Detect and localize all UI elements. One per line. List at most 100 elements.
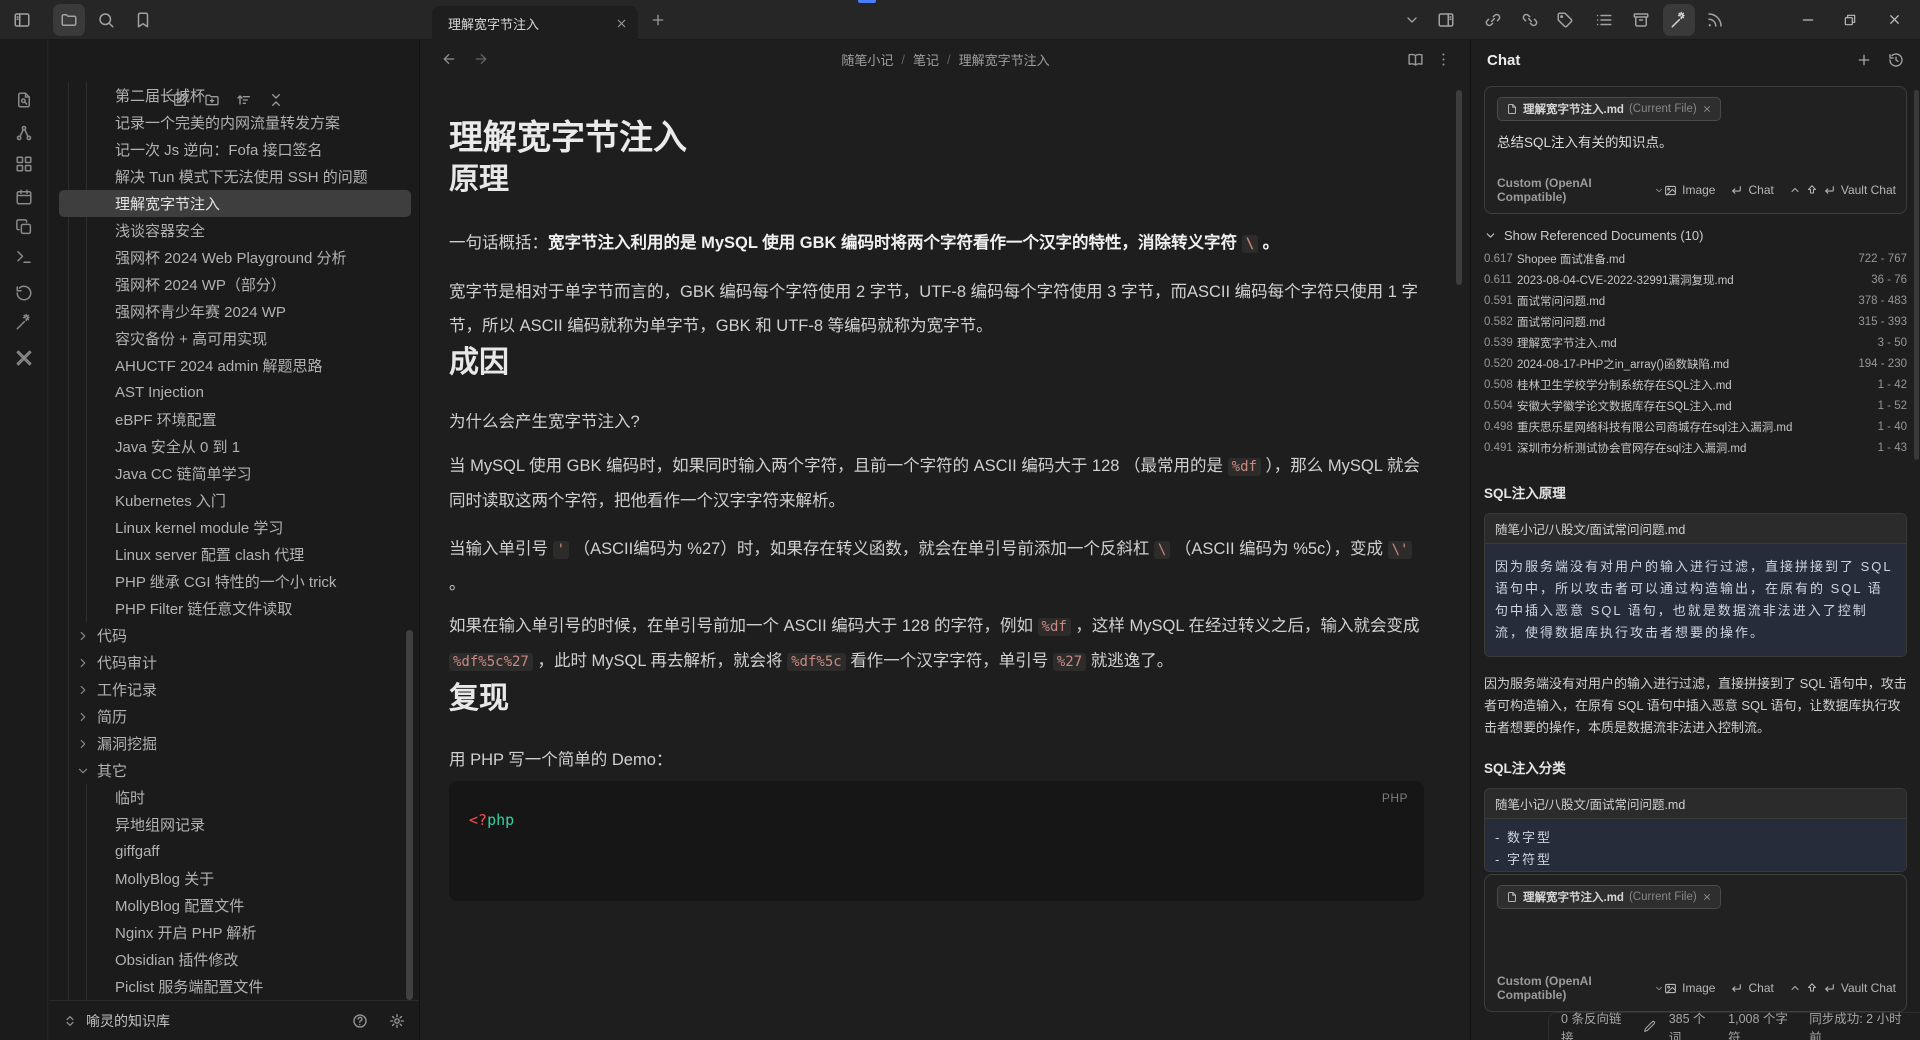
referenced-document[interactable]: 0.591面试常问问题.md378 - 483 [1484,290,1907,311]
new-chat-icon[interactable] [1856,52,1872,68]
file-item[interactable]: Nginx 开启 PHP 解析 [49,919,419,946]
quote-source[interactable]: 随笔小记/八股文/面试常问问题.md [1485,789,1906,819]
referenced-document[interactable]: 0.5202024-08-17-PHP之in_array()函数缺陷.md194… [1484,353,1907,374]
files-icon[interactable] [60,11,78,29]
folder-item[interactable]: 漏洞挖掘 [49,730,419,757]
canvas-grid-icon[interactable] [15,155,33,173]
vault-switcher[interactable]: 喻灵的知识库 [49,1000,419,1040]
chat-send-button[interactable]: Chat [1730,981,1773,995]
referenced-document[interactable]: 0.498重庆思乐星网络科技有限公司商城存在sql注入漏洞.md1 - 40 [1484,416,1907,437]
file-item[interactable]: eBPF 环境配置 [49,406,419,433]
chat-history-icon[interactable] [1888,52,1904,68]
file-item[interactable]: MollyBlog 关于 [49,865,419,892]
referenced-document[interactable]: 0.504安徽大学徽学论文数据库存在SQL注入.md1 - 52 [1484,395,1907,416]
tags-icon[interactable] [1556,11,1574,29]
file-item[interactable]: Java 安全从 0 到 1 [49,433,419,460]
tools-icon[interactable] [15,349,33,367]
referenced-document[interactable]: 0.508桂林卫生学校学分制系统存在SQL注入.md1 - 42 [1484,374,1907,395]
file-item[interactable]: 强网杯 2024 Web Playground 分析 [49,244,419,271]
rss-icon[interactable] [1706,11,1724,29]
edit-mode-pencil-icon[interactable] [1643,1020,1656,1033]
graph-view-icon[interactable] [15,124,33,142]
file-item[interactable]: Kubernetes 入门 [49,487,419,514]
chip-close-icon[interactable] [1702,892,1712,902]
tab-close-icon[interactable] [615,17,628,30]
context-file-chip[interactable]: 理解宽字节注入.md (Current File) [1497,97,1721,121]
referenced-document[interactable]: 0.582面试常问问题.md315 - 393 [1484,311,1907,332]
settings-gear-icon[interactable] [389,1013,405,1029]
backlinks-icon[interactable] [1484,11,1502,29]
calendar-icon[interactable] [15,188,33,206]
folder-item[interactable]: 工作记录 [49,676,419,703]
tab-list-chevron-icon[interactable] [1404,11,1420,28]
folder-item[interactable]: 代码审计 [49,649,419,676]
file-item[interactable]: 第二届长城杯 [49,82,419,109]
sync-status[interactable]: 同步成功: 2 小时前 [1809,1008,1908,1040]
outline-icon[interactable] [1595,11,1613,29]
file-item[interactable]: Piclist 服务端配置文件 [49,973,419,1000]
referenced-document[interactable]: 0.6112023-08-04-CVE-2022-32991漏洞复现.md36 … [1484,269,1907,290]
image-button[interactable]: Image [1664,183,1715,197]
chip-close-icon[interactable] [1702,104,1712,114]
explorer-scrollbar[interactable] [406,630,413,1000]
reading-view-icon[interactable] [1407,51,1424,68]
quote-source[interactable]: 随笔小记/八股文/面试常问问题.md [1485,514,1906,544]
folder-item[interactable]: 代码 [49,622,419,649]
file-item[interactable]: 异地组网记录 [49,811,419,838]
file-item-selected[interactable]: 理解宽字节注入 [59,190,411,217]
file-item[interactable]: PHP Filter 链任意文件读取 [49,595,419,622]
outgoing-links-icon[interactable] [1521,11,1539,29]
help-icon[interactable] [352,1013,368,1029]
toggle-right-sidebar-icon[interactable] [1437,11,1455,29]
file-item[interactable]: 强网杯 2024 WP（部分） [49,271,419,298]
terminal-icon[interactable] [15,248,33,266]
file-item[interactable]: AHUCTF 2024 admin 解题思路 [49,352,419,379]
more-options-icon[interactable] [1435,51,1452,68]
sync-history-icon[interactable] [15,284,33,302]
window-close-icon[interactable] [1887,12,1902,27]
breadcrumb-item[interactable]: 随笔小记 [841,50,893,69]
copy-template-icon[interactable] [15,218,33,236]
file-item[interactable]: PHP 继承 CGI 特性的一个小 trick [49,568,419,595]
referenced-documents-toggle[interactable]: Show Referenced Documents (10) [1484,228,1907,243]
referenced-document[interactable]: 0.617Shopee 面试准备.md722 - 767 [1484,248,1907,269]
context-file-chip[interactable]: 理解宽字节注入.md (Current File) [1497,885,1721,909]
file-item[interactable]: Java CC 链简单学习 [49,460,419,487]
chat-send-button[interactable]: Chat [1730,183,1773,197]
file-item[interactable]: Linux server 配置 clash 代理 [49,541,419,568]
vault-chat-button[interactable]: Vault Chat [1789,981,1896,995]
window-restore-icon[interactable] [1843,12,1857,27]
search-icon[interactable] [97,11,115,29]
folder-item[interactable]: 简历 [49,703,419,730]
backlinks-count[interactable]: 0 条反向链接 [1561,1008,1630,1040]
vault-chat-button[interactable]: Vault Chat [1789,183,1896,197]
referenced-document[interactable]: 0.491深圳市分析测试协会官网存在sql注入漏洞.md1 - 43 [1484,437,1907,458]
image-button[interactable]: Image [1664,981,1715,995]
file-item[interactable]: AST Injection [49,379,419,406]
toggle-left-sidebar-icon[interactable] [13,11,31,29]
model-selector[interactable]: Custom (OpenAI Compatible) [1497,176,1664,204]
breadcrumb-item[interactable]: 理解宽字节注入 [959,50,1050,69]
window-minimize-icon[interactable] [1800,12,1816,28]
file-item[interactable]: Linux kernel module 学习 [49,514,419,541]
folder-item-expanded[interactable]: 其它 [49,757,419,784]
tab-active[interactable]: 理解宽字节注入 [432,6,638,40]
archive-icon[interactable] [1632,11,1650,29]
chat-input-card[interactable]: 理解宽字节注入.md (Current File) Custom (OpenAI… [1484,874,1907,1012]
file-item[interactable]: giffgaff [49,838,419,865]
referenced-document[interactable]: 0.539理解宽字节注入.md3 - 50 [1484,332,1907,353]
file-item[interactable]: 记一次 Js 逆向：Fofa 接口签名 [49,136,419,163]
chat-scrollbar[interactable] [1914,90,1919,460]
file-item[interactable]: MollyBlog 配置文件 [49,892,419,919]
file-item[interactable]: Obsidian 插件修改 [49,946,419,973]
model-selector[interactable]: Custom (OpenAI Compatible) [1497,974,1664,1002]
file-item[interactable]: 临时 [49,784,419,811]
breadcrumb-item[interactable]: 笔记 [913,50,939,69]
editor-scrollbar[interactable] [1456,90,1462,285]
file-item[interactable]: 记录一个完美的内网流量转发方案 [49,109,419,136]
bookmark-icon[interactable] [134,11,152,29]
file-item[interactable]: 浅谈容器安全 [49,217,419,244]
file-search-icon[interactable] [15,91,33,109]
new-tab-icon[interactable] [650,12,666,28]
file-item[interactable]: 强网杯青少年赛 2024 WP [49,298,419,325]
